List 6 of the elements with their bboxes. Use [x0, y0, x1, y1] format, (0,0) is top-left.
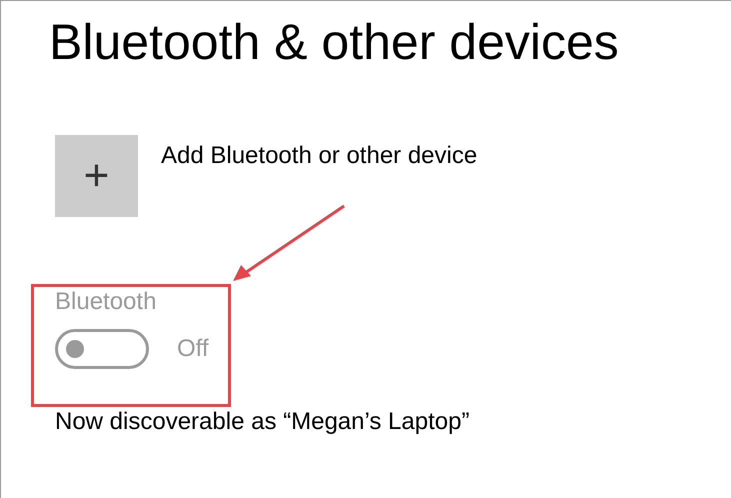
- bluetooth-label: Bluetooth: [55, 287, 158, 317]
- add-device-button[interactable]: +: [55, 135, 138, 217]
- toggle-state-label: Off: [177, 334, 209, 364]
- discoverable-text: Now discoverable as “Megan’s Laptop”: [55, 407, 470, 437]
- page-title: Bluetooth & other devices: [49, 13, 620, 72]
- add-device-label[interactable]: Add Bluetooth or other device: [161, 141, 478, 171]
